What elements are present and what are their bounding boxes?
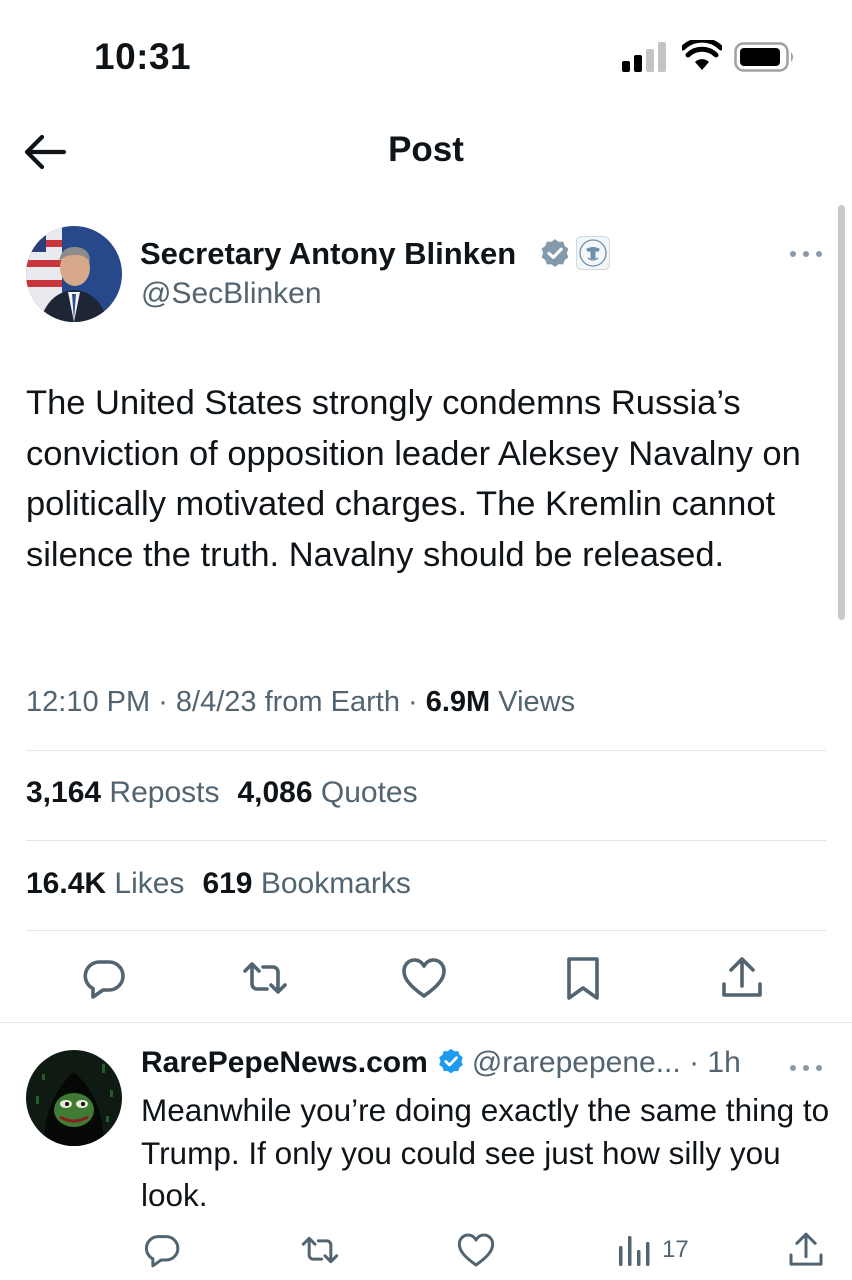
cellular-signal-icon (622, 42, 666, 72)
bookmarks-label: Bookmarks (252, 867, 411, 900)
bookmark-icon (567, 957, 599, 1000)
reposts-label: Reposts (101, 776, 220, 809)
views-count: 6.9M (425, 686, 491, 718)
divider (26, 840, 826, 841)
share-icon (789, 1232, 823, 1266)
likes-count: 16.4K (26, 867, 107, 900)
battery-icon (734, 42, 793, 72)
divider (26, 750, 826, 751)
status-time: 10:31 (94, 36, 192, 77)
page-title: Post (388, 130, 464, 169)
reply-bubble-icon (144, 1235, 180, 1268)
more-dots-icon[interactable] (788, 244, 824, 264)
status-bar: 10:31 (0, 0, 852, 110)
likes-label: Likes (106, 867, 185, 900)
post-meta: 12:10 PM · 8/4/23 from Earth · 6.9M View… (26, 686, 575, 719)
more-dots-icon[interactable] (788, 1058, 824, 1078)
post-text: The United States strongly condemns Russ… (26, 384, 801, 574)
author-name[interactable]: Secretary Antony Blinken (140, 236, 516, 272)
section-divider (0, 1022, 852, 1023)
bookmark-button[interactable] (559, 954, 607, 1002)
share-icon (722, 957, 762, 997)
reply-text: Meanwhile you’re doing exactly the same … (141, 1092, 830, 1213)
reply-views-count: 17 (662, 1236, 689, 1263)
bookmarks-stat[interactable]: 619 Bookmarks (202, 867, 410, 901)
reposts-count: 3,164 (26, 776, 102, 809)
reply-repost-button[interactable] (300, 1230, 340, 1270)
repost-button[interactable] (241, 954, 289, 1002)
author-avatar[interactable] (26, 226, 122, 322)
us-state-department-seal-icon[interactable] (576, 236, 610, 270)
stats-row-reposts: 3,164 Reposts 4,086 Quotes (26, 776, 436, 810)
like-button[interactable] (400, 954, 448, 1002)
wifi-icon (682, 40, 722, 70)
reply-time: · 1h (680, 1046, 741, 1079)
reply-bubble-icon (83, 960, 125, 999)
quotes-label: Quotes (312, 776, 418, 809)
views-bars-icon (619, 1236, 650, 1266)
reply-share-button[interactable] (786, 1230, 826, 1270)
verified-badge-gray-icon[interactable] (538, 237, 572, 271)
reply-views-button[interactable] (617, 1232, 653, 1268)
reply-author-avatar[interactable] (26, 1050, 122, 1146)
share-button[interactable] (718, 954, 766, 1002)
heart-icon (402, 958, 446, 998)
post-detail-screen: 10:31 Post Secretary Antony Blinken @Sec… (0, 0, 852, 1280)
reply-author-handle[interactable]: @rarepepene... (472, 1046, 681, 1079)
reply-button[interactable] (80, 954, 128, 1002)
divider (26, 930, 826, 931)
top-bar: Post (0, 110, 852, 200)
heart-icon (457, 1233, 495, 1267)
reply-author-name[interactable]: RarePepeNews.com (141, 1046, 428, 1079)
reply-header: RarePepeNews.com @rarepepene... · 1h (141, 1046, 741, 1080)
likes-stat[interactable]: 16.4K Likes (26, 867, 184, 901)
quotes-count: 4,086 (237, 776, 313, 809)
reply-reply-button[interactable] (142, 1230, 182, 1270)
repost-icon (301, 1236, 339, 1264)
verified-badge-blue-icon[interactable] (436, 1047, 466, 1077)
views-label: Views (490, 686, 576, 718)
stats-row-likes: 16.4K Likes 619 Bookmarks (26, 867, 429, 901)
scrollbar[interactable] (838, 205, 845, 620)
bookmarks-count: 619 (202, 867, 253, 900)
reply-like-button[interactable] (456, 1230, 496, 1270)
repost-icon (243, 962, 287, 994)
author-handle[interactable]: @SecBlinken (141, 277, 322, 311)
post-timestamp: 12:10 PM · 8/4/23 from Earth · (26, 686, 426, 718)
quotes-stat[interactable]: 4,086 Quotes (237, 776, 417, 810)
reposts-stat[interactable]: 3,164 Reposts (26, 776, 219, 810)
